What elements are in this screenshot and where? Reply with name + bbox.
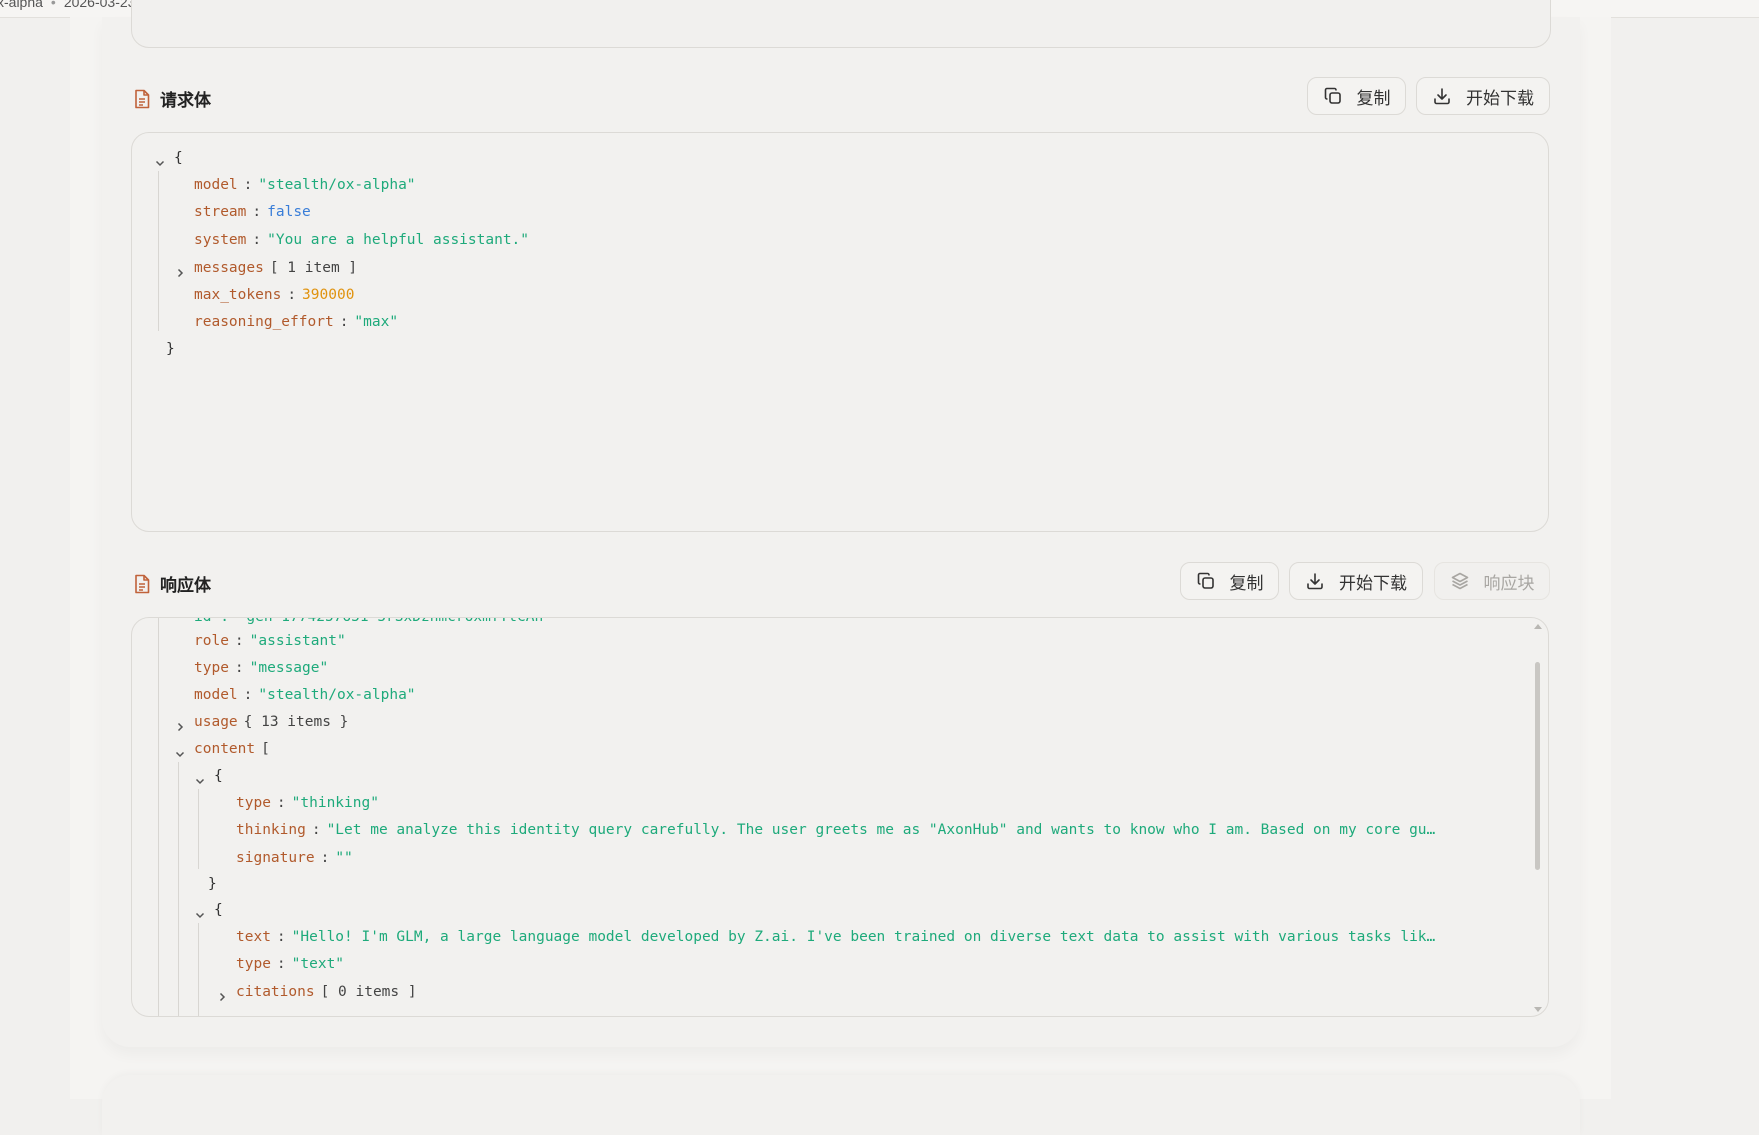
response-field-role: role: "assistant": [194, 633, 346, 649]
content-0-thinking: thinking: "Let me analyze this identity q…: [236, 822, 1436, 838]
content-0-open-brace: {: [214, 768, 223, 784]
response-body-title: 响应体: [133, 571, 211, 596]
indent-guide: [198, 923, 199, 1016]
request-body-title-text: 请求体: [160, 91, 211, 110]
previous-section-box: [131, 0, 1551, 48]
copy-icon: [1324, 87, 1341, 104]
chevron-down-icon[interactable]: [174, 748, 186, 760]
content-1-type: type: "text": [236, 956, 345, 972]
request-download-button[interactable]: 开始下载: [1416, 77, 1550, 115]
request-field-messages[interactable]: messages[ 1 item ]: [194, 255, 357, 281]
response-chunks-button[interactable]: 响应块: [1434, 562, 1550, 600]
indent-guide: [158, 171, 159, 331]
request-field-reasoning-effort: reasoning_effort: "max": [194, 314, 399, 330]
request-copy-button[interactable]: 复制: [1307, 77, 1406, 115]
response-json-viewer[interactable]: id : "gen-1774257651-5rSxDzhmcr6xmfYtCAh…: [131, 617, 1549, 1017]
response-download-button[interactable]: 开始下载: [1289, 562, 1423, 600]
content-1-citations[interactable]: citations[ 0 items ]: [236, 979, 417, 1005]
scroll-down-arrow-icon[interactable]: [1534, 1007, 1542, 1012]
content-0-type: type: "thinking": [236, 795, 379, 811]
response-field-model: model: "stealth/ox-alpha": [194, 687, 416, 703]
content-1-text: text: "Hello! I'm GLM, a large language m…: [236, 929, 1436, 945]
indent-guide: [178, 762, 179, 1016]
response-body-title-text: 响应体: [160, 576, 211, 595]
request-field-max-tokens: max_tokens:390000: [194, 287, 355, 303]
content-0-close-brace: }: [208, 876, 217, 892]
breadcrumb-model: x-alpha: [0, 0, 43, 10]
content-1-open-brace: {: [214, 902, 223, 918]
response-download-label: 开始下载: [1339, 573, 1407, 593]
chevron-right-icon[interactable]: [174, 267, 186, 279]
request-body-title: 请求体: [133, 86, 211, 111]
response-field-content[interactable]: content[: [194, 736, 270, 762]
request-field-model: model: "stealth/ox-alpha": [194, 177, 416, 193]
response-field-usage[interactable]: usage{ 13 items }: [194, 709, 348, 735]
download-icon: [1307, 573, 1323, 590]
request-copy-label: 复制: [1356, 88, 1391, 108]
scrollbar-thumb[interactable]: [1535, 662, 1540, 870]
request-open-brace: {: [174, 150, 183, 166]
request-close-brace: }: [166, 341, 175, 357]
breadcrumb-separator: •: [50, 0, 56, 10]
response-copy-button[interactable]: 复制: [1180, 562, 1279, 600]
chevron-down-icon[interactable]: [154, 157, 166, 169]
content-0-signature: signature: "": [236, 850, 353, 866]
download-icon: [1434, 88, 1450, 105]
response-copy-label: 复制: [1229, 573, 1264, 593]
response-field-type: type: "message": [194, 660, 329, 676]
copy-icon: [1197, 572, 1214, 589]
chevron-down-icon[interactable]: [194, 775, 206, 787]
chevron-right-icon[interactable]: [174, 721, 186, 733]
document-icon: [135, 574, 150, 593]
document-icon: [135, 89, 150, 108]
response-chunks-label: 响应块: [1483, 573, 1535, 593]
chevron-right-icon[interactable]: [216, 991, 228, 1003]
request-download-label: 开始下载: [1466, 88, 1534, 108]
request-field-system: system: "You are a helpful assistant.": [194, 232, 530, 248]
indent-guide: [158, 618, 159, 1016]
next-card: [102, 1075, 1580, 1135]
request-field-stream: stream: false: [194, 204, 311, 220]
layers-icon: [1451, 572, 1468, 590]
indent-guide: [198, 789, 199, 869]
scroll-up-arrow-icon[interactable]: [1534, 624, 1542, 629]
chevron-down-icon[interactable]: [194, 909, 206, 921]
request-json-viewer[interactable]: { model: "stealth/ox-alpha" stream: false …: [131, 132, 1549, 532]
